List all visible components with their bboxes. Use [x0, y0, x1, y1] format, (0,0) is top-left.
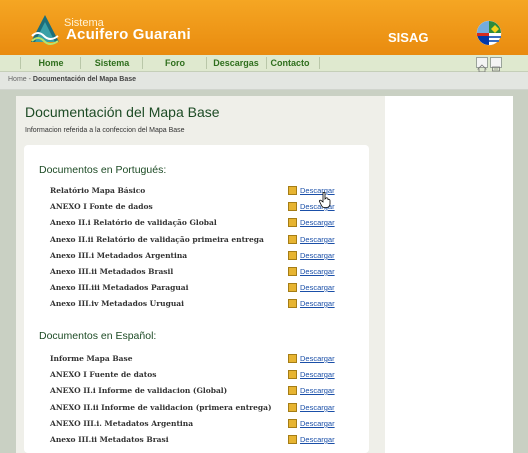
mercosur-flags-icon [476, 20, 502, 46]
document-name: Anexo III.ii Metadados Brasil [50, 267, 174, 276]
nav-divider [20, 57, 21, 69]
download-icon[interactable] [288, 354, 297, 363]
document-name: Relatório Mapa Básico [50, 186, 146, 195]
download-icon[interactable] [288, 403, 297, 412]
download-icon[interactable] [288, 202, 297, 211]
list-item: Anexo III.i Metadados Argentina Descarga… [50, 251, 335, 260]
list-item: Anexo III.iv Metadados Uruguai Descargar [50, 299, 335, 308]
download-icon[interactable] [288, 419, 297, 428]
document-name: ANEXO I Fuente de datos [50, 370, 157, 379]
list-item: ANEXO II.i Informe de validacion (Global… [50, 386, 335, 395]
nav-home[interactable]: Home [24, 55, 78, 71]
nav-sistema[interactable]: Sistema [84, 55, 140, 71]
download-icon[interactable] [288, 299, 297, 308]
download-icon[interactable] [288, 235, 297, 244]
brand-name[interactable]: Acuifero Guarani [66, 26, 191, 43]
list-item: ANEXO I Fuente de datos Descargar [50, 370, 335, 379]
download-icon[interactable] [288, 218, 297, 227]
hand-cursor-icon [318, 192, 331, 208]
document-name: ANEXO III.i. Metadatos Argentina [50, 419, 194, 428]
document-name: Anexo III.iii Metadados Paraguai [50, 283, 189, 292]
list-item: ANEXO I Fonte de dados Descargar [50, 202, 335, 211]
document-name: Anexo III.iv Metadados Uruguai [50, 299, 185, 308]
breadcrumb-current: Documentación del Mapa Base [32, 76, 137, 83]
right-column [385, 96, 513, 453]
nav-divider [80, 57, 81, 69]
breadcrumb: Home - Documentación del Mapa Base [8, 76, 136, 83]
download-icon[interactable] [288, 435, 297, 444]
list-item: Anexo II.i Relatório de validação Global… [50, 218, 335, 227]
document-name: ANEXO I Fonte de dados [50, 202, 153, 211]
list-item: Anexo III.ii Metadatos Brasi Descargar [50, 435, 335, 444]
list-item: Anexo II.ii Relatório de validação prime… [50, 235, 335, 244]
download-icon[interactable] [288, 267, 297, 276]
download-icon[interactable] [288, 283, 297, 292]
breadcrumb-bar: Home - Documentación del Mapa Base [0, 72, 528, 90]
main-nav: Home Sistema Foro Descargas Contacto [0, 55, 528, 72]
list-item: Anexo III.ii Metadados Brasil Descargar [50, 267, 335, 276]
document-name: Anexo II.i Relatório de validação Global [50, 218, 217, 227]
download-icon[interactable] [288, 370, 297, 379]
nav-divider [319, 57, 320, 69]
document-name: ANEXO II.i Informe de validacion (Global… [50, 386, 228, 395]
list-item: ANEXO II.ii Informe de validacion (prime… [50, 403, 335, 412]
nav-foro[interactable]: Foro [146, 55, 204, 71]
document-name: Anexo II.ii Relatório de validação prime… [50, 235, 264, 244]
section-title-portuguese: Documentos en Portugués: [39, 164, 167, 176]
document-name: Informe Mapa Base [50, 354, 133, 363]
download-icon[interactable] [288, 386, 297, 395]
home-icon[interactable] [476, 57, 488, 73]
list-item: Relatório Mapa Básico Descargar [50, 186, 335, 195]
page-subtitle: Informacion referida a la confeccion del… [25, 127, 185, 134]
download-icon[interactable] [288, 251, 297, 260]
nav-divider [142, 57, 143, 69]
aquifer-logo-icon[interactable] [30, 14, 60, 46]
document-name: Anexo III.i Metadados Argentina [50, 251, 188, 260]
list-item: Anexo III.iii Metadados Paraguai Descarg… [50, 283, 335, 292]
list-item: Informe Mapa Base Descargar [50, 354, 335, 363]
site-header: Sistema Acuifero Guarani SISAG [0, 0, 528, 55]
product-name: SISAG [388, 30, 429, 45]
document-name: ANEXO II.ii Informe de validacion (prime… [50, 403, 272, 412]
breadcrumb-home[interactable]: Home [8, 76, 27, 83]
page: Sistema Acuifero Guarani SISAG Home Sist… [0, 0, 528, 453]
page-title: Documentación del Mapa Base [25, 104, 220, 120]
download-icon[interactable] [288, 186, 297, 195]
nav-divider [206, 57, 207, 69]
section-title-spanish: Documentos en Español: [39, 330, 157, 342]
nav-contacto[interactable]: Contacto [268, 55, 312, 71]
document-name: Anexo III.ii Metadatos Brasi [50, 435, 169, 444]
nav-descargas[interactable]: Descargas [208, 55, 264, 71]
nav-divider [266, 57, 267, 69]
print-icon[interactable] [490, 57, 502, 72]
list-item: ANEXO III.i. Metadatos Argentina Descarg… [50, 419, 335, 428]
